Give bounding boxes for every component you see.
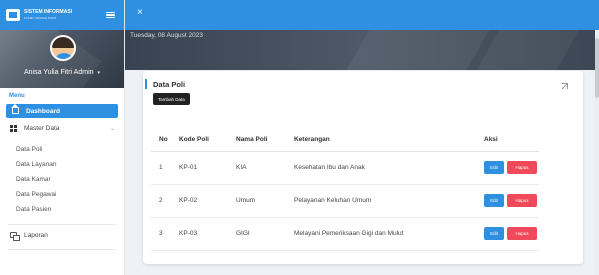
sidebar-item-label: Dashboard (26, 107, 60, 115)
title-accent (145, 79, 147, 89)
row-keterangan: Melayani Pemeriksaan Gigi dan Mulut (294, 217, 484, 251)
profile-panel: Anisa Yulia Fitri Admin ▾ (0, 30, 124, 88)
table-row: 3 KP-03 GIGI Melayani Pemeriksaan Gigi d… (151, 217, 539, 251)
avatar (50, 35, 76, 61)
card-header: Data Poli Tambah Data (143, 71, 583, 121)
row-kode: KP-02 (179, 184, 236, 218)
edit-button[interactable]: Edit (484, 194, 504, 207)
sidebar-item-data-pegawai[interactable]: Data Pegawai (0, 187, 124, 202)
row-nama: GIGI (236, 217, 294, 251)
row-nama: Umum (236, 184, 294, 218)
sidebar-item-data-pasien[interactable]: Data Pasien (0, 202, 124, 217)
sidebar-item-label: Master Data (24, 124, 60, 132)
home-icon (11, 104, 19, 114)
divider (8, 224, 116, 225)
delete-button[interactable]: Hapus (507, 161, 537, 174)
delete-button[interactable]: Hapus (507, 194, 537, 207)
divider (8, 249, 116, 250)
sidebar: SISTEM INFORMASI KLINIK / RUMAH SAKIT An… (0, 0, 125, 275)
data-poli-card: Data Poli Tambah Data No Kode Poli Nama … (143, 71, 583, 264)
column-header: Keterangan (294, 128, 484, 152)
sidebar-item-dashboard[interactable]: Dashboard (6, 104, 118, 118)
profile-name: Anisa Yulia Fitri Admin (24, 69, 94, 76)
column-header: No (151, 128, 179, 152)
row-kode: KP-03 (179, 217, 236, 251)
card-title: Data Poli (153, 80, 186, 89)
report-icon (10, 232, 20, 241)
sidebar-item-laporan[interactable]: Laporan (0, 227, 124, 243)
grid-icon (10, 124, 17, 132)
hero-banner: Tuesday, 08 August 2023 (125, 30, 599, 70)
row-no: 1 (151, 151, 179, 185)
current-date: Tuesday, 08 August 2023 (130, 32, 203, 39)
row-actions: Edit Hapus (484, 217, 539, 251)
brand-subtitle: KLINIK / RUMAH SAKIT (24, 16, 57, 20)
table-header-row: No Kode Poli Nama Poli Keterangan Aksi (151, 128, 539, 152)
brand-logo-icon (6, 9, 20, 21)
column-header: Aksi (484, 128, 539, 152)
sidebar-item-label: Laporan (24, 231, 48, 239)
row-nama: KIA (236, 151, 294, 185)
row-actions: Edit Hapus (484, 184, 539, 218)
row-no: 3 (151, 217, 179, 251)
row-keterangan: Pelayanan Keluhan Umum (294, 184, 484, 218)
page-scrollbar[interactable] (595, 30, 599, 275)
add-data-button[interactable]: Tambah Data (153, 93, 190, 105)
table-row: 2 KP-02 Umum Pelayanan Keluhan Umum Edit… (151, 184, 539, 218)
close-icon[interactable]: × (137, 7, 143, 18)
profile-name-dropdown[interactable]: Anisa Yulia Fitri Admin ▾ (0, 69, 124, 76)
row-no: 2 (151, 184, 179, 218)
delete-button[interactable]: Hapus (507, 227, 537, 240)
edit-button[interactable]: Edit (484, 227, 504, 240)
column-header: Kode Poli (179, 128, 236, 152)
expand-icon[interactable] (562, 83, 568, 89)
row-keterangan: Kesehatan Ibu dan Anak (294, 151, 484, 185)
row-actions: Edit Hapus (484, 151, 539, 185)
table-row: 1 KP-01 KIA Kesehatan Ibu dan Anak Edit H… (151, 151, 539, 185)
caret-down-icon: ▾ (97, 70, 100, 76)
edit-button[interactable]: Edit (484, 161, 504, 174)
sidebar-item-data-poli[interactable]: Data Poli (0, 142, 124, 157)
chevron-down-icon: ⌄ (110, 125, 116, 132)
menu-label: Menu (9, 93, 25, 99)
poli-table: No Kode Poli Nama Poli Keterangan Aksi 1… (151, 128, 539, 251)
brand-bar: SISTEM INFORMASI KLINIK / RUMAH SAKIT (0, 0, 124, 30)
hamburger-menu-icon[interactable] (106, 11, 115, 19)
top-bar: × (125, 0, 599, 30)
row-kode: KP-01 (179, 151, 236, 185)
sidebar-item-master-data[interactable]: Master Data ⌄ (0, 120, 124, 136)
sidebar-item-data-kamar[interactable]: Data Kamar (0, 172, 124, 187)
column-header: Nama Poli (236, 128, 294, 152)
sidebar-item-data-layanan[interactable]: Data Layanan (0, 157, 124, 172)
brand-text: SISTEM INFORMASI KLINIK / RUMAH SAKIT (24, 9, 106, 21)
